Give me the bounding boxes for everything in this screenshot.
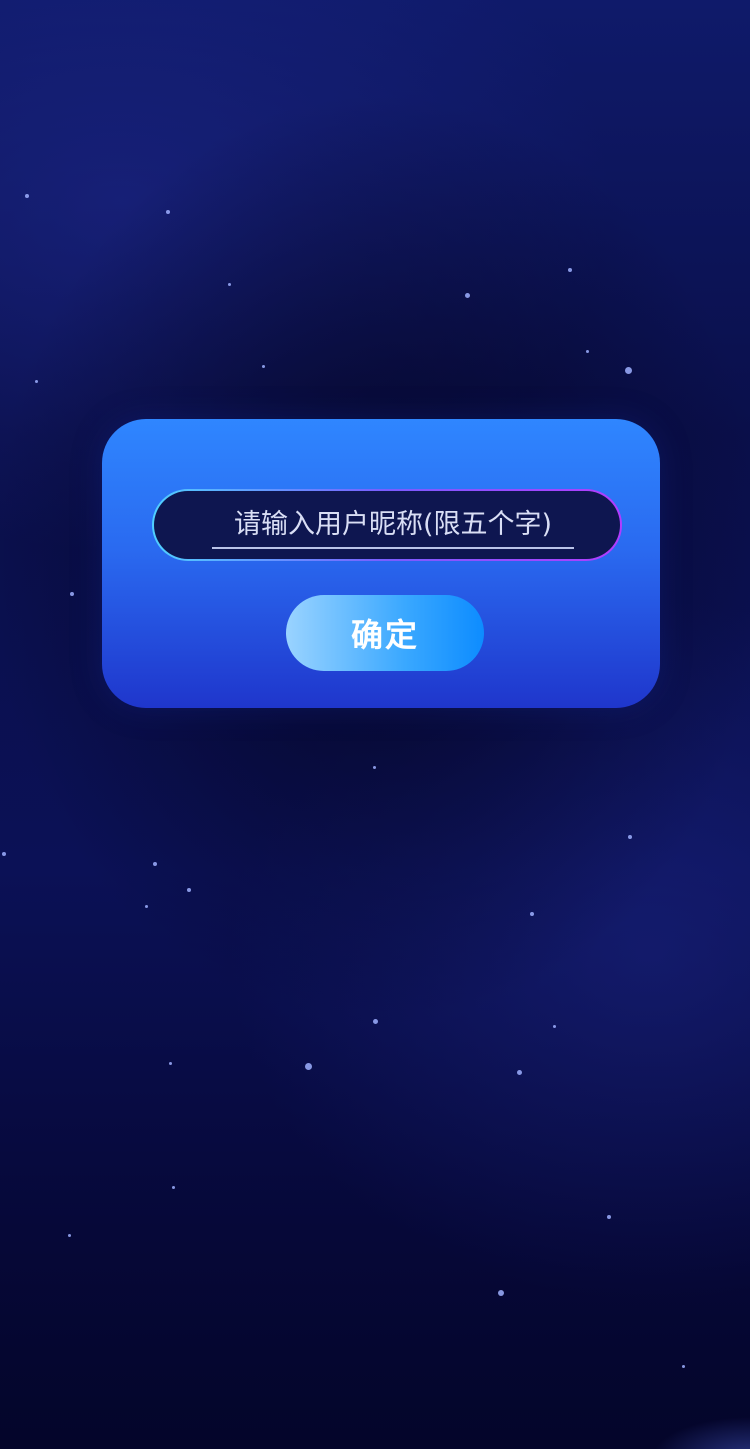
nickname-dialog: 确定 [102, 419, 660, 708]
star [530, 912, 534, 916]
nickname-input-container[interactable] [154, 491, 620, 559]
nickname-input[interactable] [212, 501, 574, 549]
nickname-input-border [152, 489, 622, 561]
star [607, 1215, 611, 1219]
star [517, 1070, 522, 1075]
star [68, 1234, 71, 1237]
star [262, 365, 265, 368]
star [35, 380, 38, 383]
star [373, 1019, 378, 1024]
star [169, 1062, 172, 1065]
star [228, 283, 231, 286]
star [145, 905, 148, 908]
star [498, 1290, 504, 1296]
star [682, 1365, 685, 1368]
star [465, 293, 470, 298]
starfield-background [0, 0, 750, 1449]
star [70, 592, 74, 596]
star [586, 350, 589, 353]
star [187, 888, 191, 892]
confirm-button[interactable]: 确定 [286, 595, 484, 671]
star [2, 852, 6, 856]
star [373, 766, 376, 769]
star [172, 1186, 175, 1189]
star [625, 367, 632, 374]
corner-glow [610, 1399, 750, 1449]
star [305, 1063, 312, 1070]
star [568, 268, 572, 272]
star [553, 1025, 556, 1028]
star [25, 194, 29, 198]
star [166, 210, 170, 214]
star [153, 862, 157, 866]
star [628, 835, 632, 839]
